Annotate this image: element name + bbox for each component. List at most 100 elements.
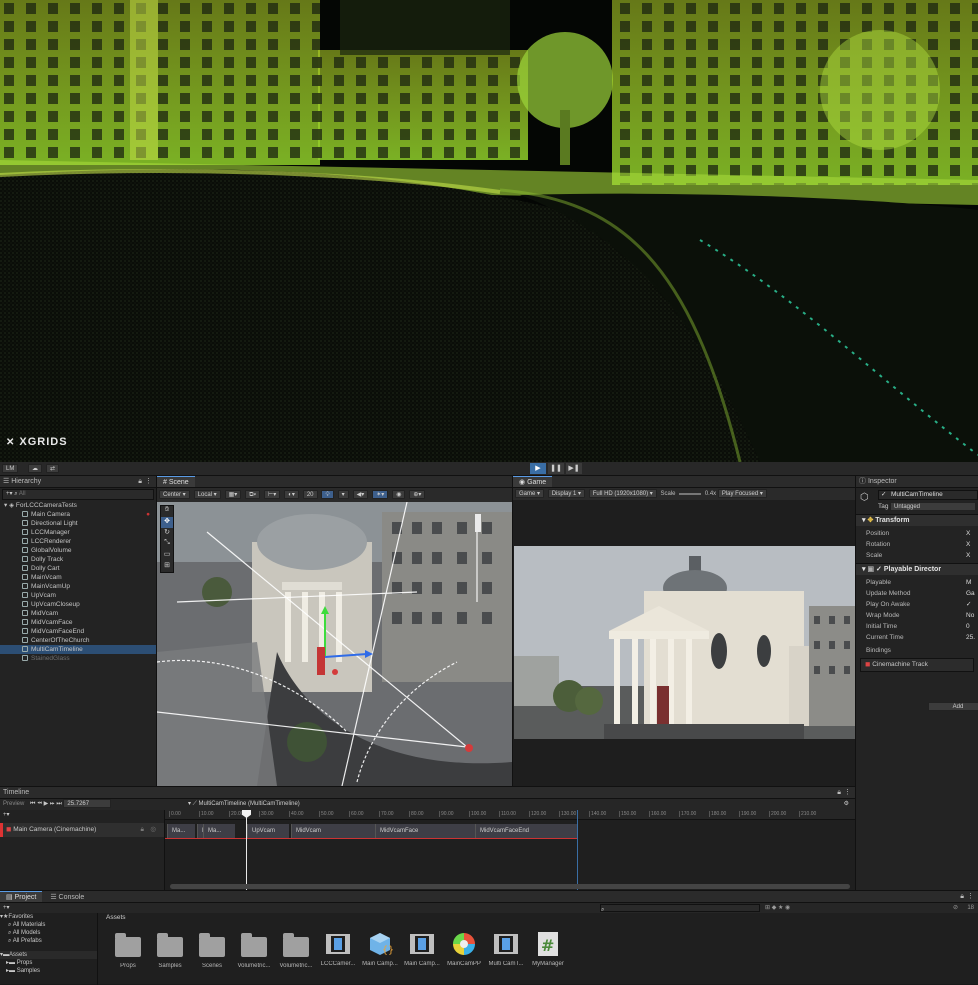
- track-lock-icon[interactable]: 🔒︎: [141, 823, 144, 837]
- asset-item[interactable]: Main Camp...: [402, 929, 442, 967]
- bindings-row[interactable]: Bindings: [856, 645, 978, 656]
- increment-snap[interactable]: ⊢▾: [264, 490, 281, 499]
- hierarchy-item[interactable]: LCCRenderer: [0, 537, 156, 546]
- inspector-field[interactable]: Rotation X: [856, 539, 978, 550]
- snap-toggle[interactable]: ⧉▾: [245, 490, 261, 499]
- timeline-horizontal-scrollbar[interactable]: [170, 884, 850, 889]
- component-checkbox[interactable]: ✓: [876, 566, 884, 573]
- hand-tool-icon[interactable]: ✋︎: [161, 506, 173, 517]
- play-icon[interactable]: ▶: [530, 463, 546, 474]
- display-dropdown[interactable]: Display 1 ▾: [547, 489, 586, 498]
- settings-gear-icon[interactable]: ⚙︎: [844, 799, 849, 810]
- field-value[interactable]: ✓: [966, 599, 971, 610]
- fav-item[interactable]: ⌕ All Materials: [0, 921, 97, 929]
- hierarchy-item[interactable]: MidVcamFaceEnd: [0, 627, 156, 636]
- object-name-field[interactable]: ✓ MultiCamTimeline: [878, 490, 978, 500]
- director-header[interactable]: ▾ ▣ ✓ Playable Director: [856, 563, 978, 575]
- game-viewport[interactable]: [514, 546, 856, 739]
- hierarchy-item[interactable]: LCCManager: [0, 528, 156, 537]
- inspector-field[interactable]: Position X: [856, 528, 978, 539]
- hierarchy-item[interactable]: StainedGlass: [0, 654, 156, 663]
- more-menu-icon[interactable]: ⋮: [145, 476, 152, 488]
- pause-icon[interactable]: ❚❚: [548, 463, 564, 474]
- create-button[interactable]: +▾: [0, 905, 10, 911]
- tab-scene[interactable]: # Scene: [157, 476, 195, 487]
- inspector-field[interactable]: Scale X: [856, 550, 978, 561]
- hierarchy-item[interactable]: MidVcam: [0, 609, 156, 618]
- project-search-field[interactable]: ⌕: [600, 904, 760, 913]
- hierarchy-search[interactable]: +▾ ⌕ All: [2, 489, 154, 500]
- active-checkbox[interactable]: ✓: [881, 491, 886, 499]
- timeline-clip[interactable]: MidVcamFace: [375, 824, 475, 838]
- tab-console[interactable]: ☰ Console: [44, 894, 90, 901]
- transform-tool-icon[interactable]: ⊞: [161, 561, 173, 572]
- asset-item[interactable]: LCCCamer...: [318, 929, 358, 967]
- effects-toggle[interactable]: ✶▾: [372, 490, 389, 499]
- inspector-field[interactable]: Update Method Ga: [856, 588, 978, 599]
- hierarchy-item[interactable]: MidVcamFace: [0, 618, 156, 627]
- timeline-clip[interactable]: Ma...: [167, 824, 195, 838]
- scale-slider[interactable]: [679, 492, 702, 495]
- rotate-tool-icon[interactable]: ↻: [161, 528, 173, 539]
- hierarchy-item[interactable]: GlobalVolume: [0, 546, 156, 555]
- eye-hidden-icon[interactable]: ⊘: [953, 903, 958, 913]
- tree-folder[interactable]: ▸▬ Samples: [0, 967, 97, 975]
- gizmos-button[interactable]: ⊕▾: [409, 490, 426, 499]
- timeline-clip[interactable]: UpVcam: [247, 824, 289, 838]
- field-value[interactable]: X: [966, 550, 970, 561]
- more-menu-icon[interactable]: ⋮: [844, 787, 851, 799]
- render-mode-button[interactable]: ◐▾: [284, 490, 299, 499]
- grid-snap-button[interactable]: ▦▾: [224, 490, 242, 499]
- inspector-field[interactable]: Current Time 25.: [856, 632, 978, 643]
- field-value[interactable]: X: [966, 528, 970, 539]
- tag-dropdown[interactable]: Untagged: [890, 502, 976, 511]
- lock-icon[interactable]: 🔒︎: [837, 787, 841, 799]
- timeline-clip[interactable]: MidVcamFaceEnd: [475, 824, 577, 838]
- asset-item[interactable]: # MyManager: [528, 929, 568, 967]
- field-value[interactable]: M: [966, 577, 971, 588]
- asset-item[interactable]: Multi CamT...: [486, 929, 526, 967]
- asset-item[interactable]: MainCamPP: [444, 929, 484, 967]
- add-icon[interactable]: +▾: [6, 491, 14, 497]
- space-dropdown[interactable]: Local ▾: [193, 490, 221, 499]
- track-row[interactable]: ◼ Main Camera (Cinemachine) 🔒︎ ◎: [0, 823, 164, 837]
- hierarchy-item[interactable]: MainVcam: [0, 573, 156, 582]
- 2d-toggle[interactable]: ▾: [337, 490, 349, 499]
- fav-item[interactable]: ⌕ All Prefabs: [0, 937, 97, 945]
- play-focused-dropdown[interactable]: Play Focused ▾: [717, 489, 767, 498]
- field-value[interactable]: 0: [966, 621, 970, 632]
- timeline-ruler[interactable]: 0.00 10.00 20.00 30.00 40.00 50.00 60.00 70.00 8…: [165, 810, 855, 820]
- breadcrumb[interactable]: Assets: [100, 913, 978, 923]
- assets-root[interactable]: ▾▬Assets: [0, 951, 97, 959]
- binding-track-row[interactable]: ◼ Cinemachine Track: [860, 658, 974, 672]
- time-field[interactable]: 25.7267: [63, 799, 112, 808]
- transform-header[interactable]: ▾ ✥ Transform: [856, 514, 978, 526]
- tab-game[interactable]: ◉ Game: [513, 476, 553, 487]
- pivot-dropdown[interactable]: Center ▾: [159, 490, 190, 499]
- inspector-field[interactable]: Wrap Mode No: [856, 610, 978, 621]
- lock-icon[interactable]: 🔒︎: [138, 476, 142, 488]
- rect-tool-icon[interactable]: ▭: [161, 550, 173, 561]
- hierarchy-item[interactable]: Directional Light: [0, 519, 156, 528]
- field-value[interactable]: Ga: [966, 588, 975, 599]
- inspector-field[interactable]: Play On Awake ✓: [856, 599, 978, 610]
- goto-end-icon[interactable]: ⏭: [56, 801, 63, 807]
- hierarchy-item[interactable]: Dolly Cart: [0, 564, 156, 573]
- step-icon[interactable]: ▶❚: [566, 463, 582, 474]
- scene-root[interactable]: ▾ ◈ ForLCCCameraTests: [0, 501, 156, 510]
- collab-icon[interactable]: ⇄: [46, 464, 60, 473]
- field-value[interactable]: 25.: [966, 632, 975, 643]
- add-track-button[interactable]: +▾: [0, 810, 164, 820]
- scene-viewport[interactable]: ✋︎ ✥ ↻ ⤡ ▭ ⊞: [157, 502, 512, 786]
- asset-item[interactable]: {} Main Camp...: [360, 929, 400, 967]
- hierarchy-item[interactable]: UpVcamCloseup: [0, 600, 156, 609]
- asset-item[interactable]: Volumetric...: [276, 929, 316, 969]
- lighting-toggle[interactable]: 💡︎: [321, 490, 334, 499]
- cloud-icon[interactable]: ☁: [28, 464, 42, 473]
- asset-item[interactable]: Samples: [150, 929, 190, 969]
- game-mode-dropdown[interactable]: Game ▾: [515, 489, 545, 498]
- track-mute-icon[interactable]: ◎: [150, 823, 156, 837]
- playhead[interactable]: [246, 810, 247, 891]
- scale-tool-icon[interactable]: ⤡: [161, 539, 173, 550]
- asset-item[interactable]: Props: [108, 929, 148, 969]
